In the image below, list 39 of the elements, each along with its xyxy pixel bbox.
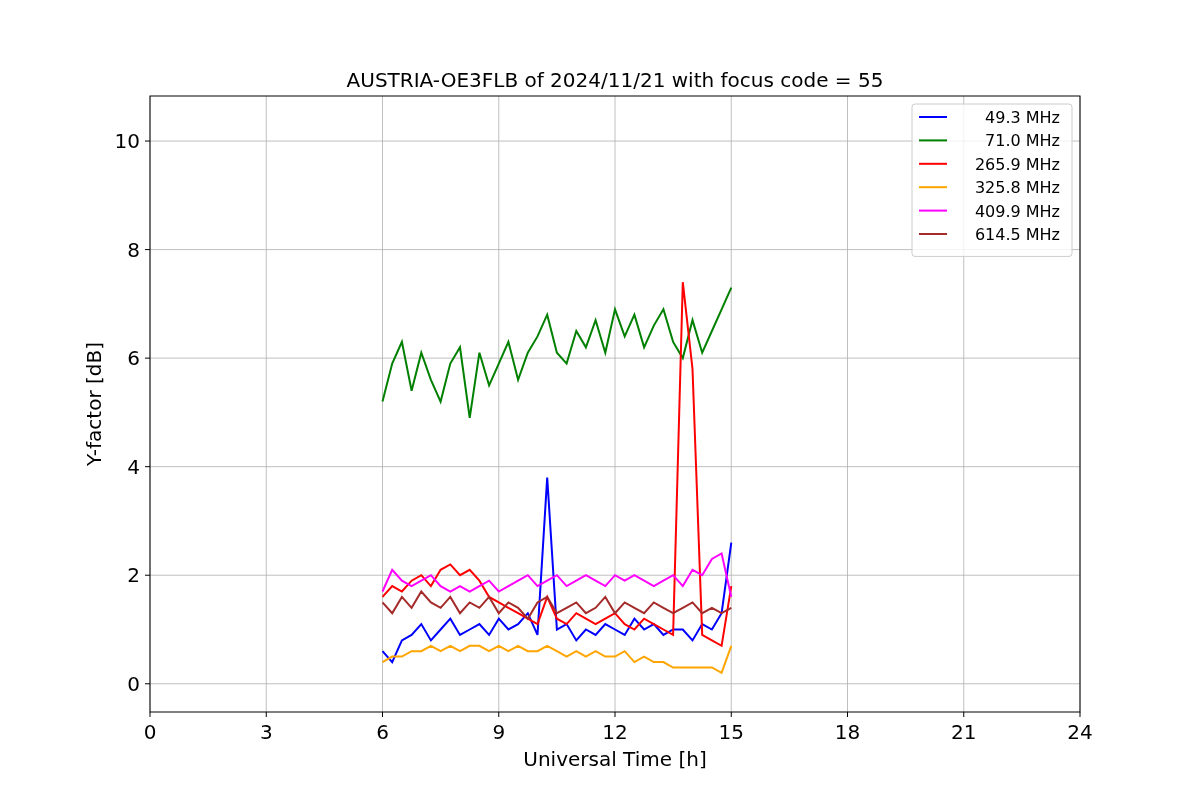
tick-mark [144, 683, 151, 685]
tick-label: 15 [718, 720, 744, 744]
tick-label: 18 [834, 720, 861, 744]
tick-label: 12 [602, 720, 628, 744]
tick-label: 3 [259, 720, 273, 744]
tick-label: 6 [376, 720, 389, 744]
tick-label: 21 [951, 720, 977, 744]
legend-label: 614.5 MHz [974, 225, 1060, 244]
tick-mark [498, 711, 500, 718]
tick-mark [614, 711, 616, 718]
tick-mark [144, 140, 151, 142]
legend-label: 49.3 MHz [985, 108, 1060, 127]
legend-label: 265.9 MHz [974, 154, 1060, 174]
tick-label: 8 [127, 237, 140, 262]
tick-mark [730, 711, 732, 718]
tick-mark [382, 711, 383, 718]
tick-label: 9 [492, 720, 506, 744]
y-axis-label: Y-factor [dB] [82, 342, 106, 466]
chart-title: AUSTRIA-OE3FLB of 2024/11/21 with focus code = 55 [346, 68, 884, 92]
tick-label: 24 [1067, 720, 1093, 744]
tick-label: 10 [114, 129, 140, 154]
tick-label: 6 [127, 346, 140, 371]
tick-mark [144, 249, 151, 251]
tick-mark [149, 711, 151, 718]
tick-mark [144, 574, 151, 576]
tick-mark [265, 711, 267, 718]
tick-label: 0 [127, 671, 140, 696]
tick-mark [144, 466, 151, 468]
tick-mark [963, 711, 965, 718]
tick-label: 2 [127, 563, 140, 588]
legend-label: 409.9 MHz [974, 201, 1060, 221]
x-axis-label: Universal Time [h] [523, 747, 707, 771]
legend-label: 71.0 MHz [985, 131, 1060, 151]
tick-mark [847, 711, 848, 718]
tick-mark [1079, 711, 1081, 718]
tick-label: 4 [127, 454, 140, 479]
tick-label: 0 [143, 720, 157, 744]
legend-label: 325.8 MHz [974, 178, 1060, 198]
tick-mark [144, 357, 151, 359]
